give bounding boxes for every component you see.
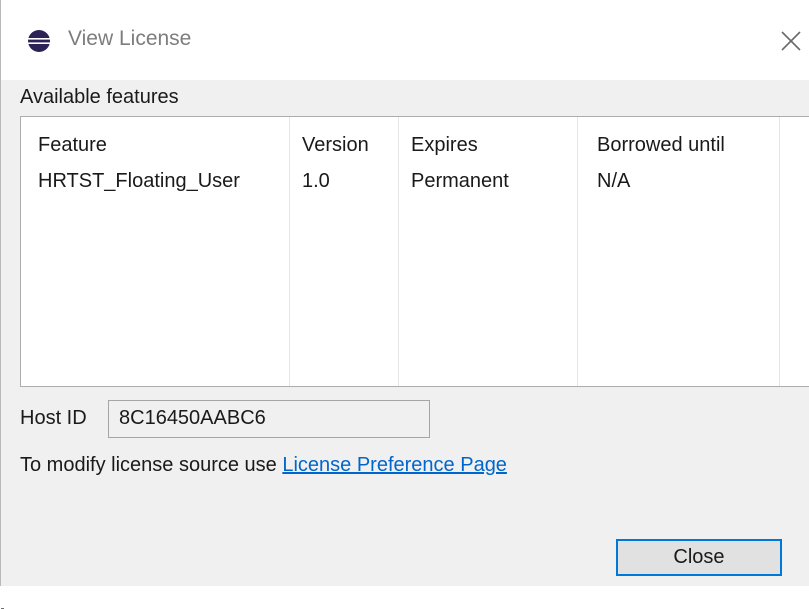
available-features-label: Available features [20,86,179,108]
cell-borrowed-until: N/A [597,170,631,192]
column-header-expires[interactable]: Expires [411,134,478,157]
license-source-prefix: To modify license source use [20,454,283,476]
close-button[interactable]: Close [616,539,782,576]
dialog-body: Available features Feature Version Expir… [1,80,809,609]
close-icon[interactable] [776,26,806,56]
cell-expires: Permanent [411,170,509,192]
license-source-text: To modify license source use License Pre… [20,454,507,477]
column-header-borrowed-until[interactable]: Borrowed until [597,134,725,157]
eclipse-icon [28,30,50,52]
column-header-feature[interactable]: Feature [38,134,107,157]
title-bar[interactable]: View License [1,0,809,80]
window-title: View License [68,27,192,50]
column-divider [289,117,290,386]
host-id-label: Host ID [20,407,87,429]
features-table[interactable]: Feature Version Expires Borrowed until H… [20,116,809,387]
column-divider [398,117,399,386]
cell-feature: HRTST_Floating_User [38,170,240,192]
cell-version: 1.0 [302,170,330,192]
view-license-dialog: View License Available features Feature … [0,0,809,609]
column-header-version[interactable]: Version [302,134,369,157]
column-divider [779,117,780,386]
column-divider [577,117,578,386]
host-id-field[interactable]: 8C16450AABC6 [108,400,430,438]
license-preference-link[interactable]: License Preference Page [282,454,507,476]
table-row[interactable]: HRTST_Floating_User 1.0 Permanent N/A [21,164,809,200]
